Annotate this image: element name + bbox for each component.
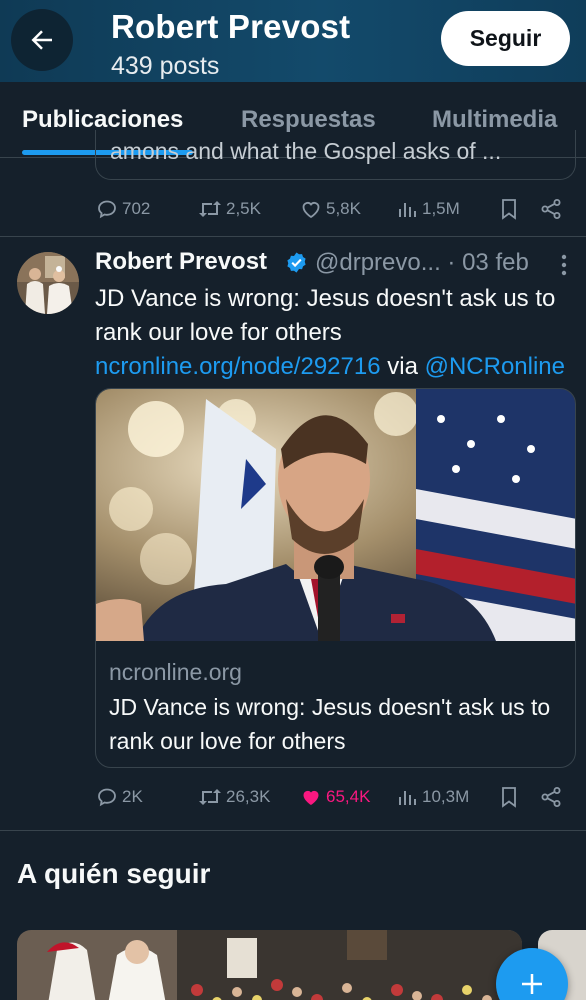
follow-button[interactable]: Seguir [441, 11, 570, 66]
share-icon [541, 787, 561, 807]
bookmark-button[interactable] [498, 194, 520, 224]
verified-badge-icon [287, 252, 306, 273]
arrow-left-icon [31, 30, 52, 50]
repost-button[interactable]: 2,5K [197, 194, 261, 224]
views-icon [399, 791, 416, 805]
post-actions: 2K 26,3K 65,4K 10,3M [95, 782, 575, 812]
link-preview-image [96, 389, 575, 641]
quoted-card-text: amons and what the Gospel asks of ... [110, 138, 502, 164]
suggestion-card[interactable] [17, 930, 522, 1000]
reply-icon [98, 200, 116, 219]
post-link[interactable]: ncronline.org/node/292716 [95, 353, 381, 380]
author-handle[interactable]: @drprevo... [315, 249, 441, 276]
post-text-via: via [380, 353, 425, 380]
previous-post-actions: 702 2,5K 5,8K 1,5M [95, 194, 575, 224]
share-button[interactable] [539, 782, 563, 812]
share-button[interactable] [539, 194, 563, 224]
views-icon [399, 203, 416, 217]
like-button[interactable]: 5,8K [299, 194, 361, 224]
views-button[interactable]: 1,5M [397, 194, 460, 224]
reply-button[interactable]: 702 [95, 194, 150, 224]
repost-icon [199, 789, 221, 805]
quoted-card[interactable]: amons and what the Gospel asks of ... [95, 130, 576, 180]
post-date[interactable]: · 03 feb [447, 249, 528, 276]
post-text-body: JD Vance is wrong: Jesus doesn't ask us … [95, 285, 556, 346]
reply-icon [98, 788, 116, 807]
link-domain: ncronline.org [109, 659, 242, 685]
like-button[interactable]: 65,4K [299, 782, 370, 812]
author-name[interactable]: Robert Prevost [95, 248, 267, 276]
link-preview-card[interactable]: ncronline.org JD Vance is wrong: Jesus d… [95, 388, 576, 768]
heart-filled-icon [303, 790, 319, 805]
who-to-follow-title: A quién seguir [17, 858, 211, 889]
avatar[interactable] [17, 252, 79, 314]
reply-count: 702 [122, 199, 151, 218]
views-count: 10,3M [422, 787, 470, 806]
post-text: JD Vance is wrong: Jesus doesn't ask us … [95, 282, 575, 384]
bookmark-icon [502, 787, 516, 808]
more-options-icon[interactable] [554, 252, 574, 278]
repost-icon [199, 201, 221, 217]
profile-header: Robert Prevost 439 posts Seguir [0, 0, 586, 82]
section-divider [0, 830, 586, 831]
link-title: JD Vance is wrong: Jesus doesn't ask us … [109, 694, 551, 754]
author-handle-date: @drprevo... · 03 feb [315, 249, 529, 277]
reply-button[interactable]: 2K [95, 782, 143, 812]
bookmark-button[interactable] [498, 782, 520, 812]
repost-count: 26,3K [226, 787, 271, 806]
heart-icon [302, 202, 320, 219]
repost-button[interactable]: 26,3K [197, 782, 270, 812]
post-count: 439 posts [111, 52, 220, 80]
back-button[interactable] [11, 9, 73, 71]
plus-icon [522, 974, 542, 994]
post-divider [0, 236, 586, 237]
profile-name: Robert Prevost [111, 8, 351, 45]
views-button[interactable]: 10,3M [397, 782, 469, 812]
reply-count: 2K [122, 787, 143, 806]
views-count: 1,5M [422, 199, 460, 218]
post-mention[interactable]: @NCRonline [425, 353, 565, 380]
like-count: 5,8K [326, 199, 361, 218]
like-count: 65,4K [326, 787, 371, 806]
share-icon [541, 199, 561, 219]
repost-count: 2,5K [226, 199, 261, 218]
bookmark-icon [502, 199, 516, 220]
